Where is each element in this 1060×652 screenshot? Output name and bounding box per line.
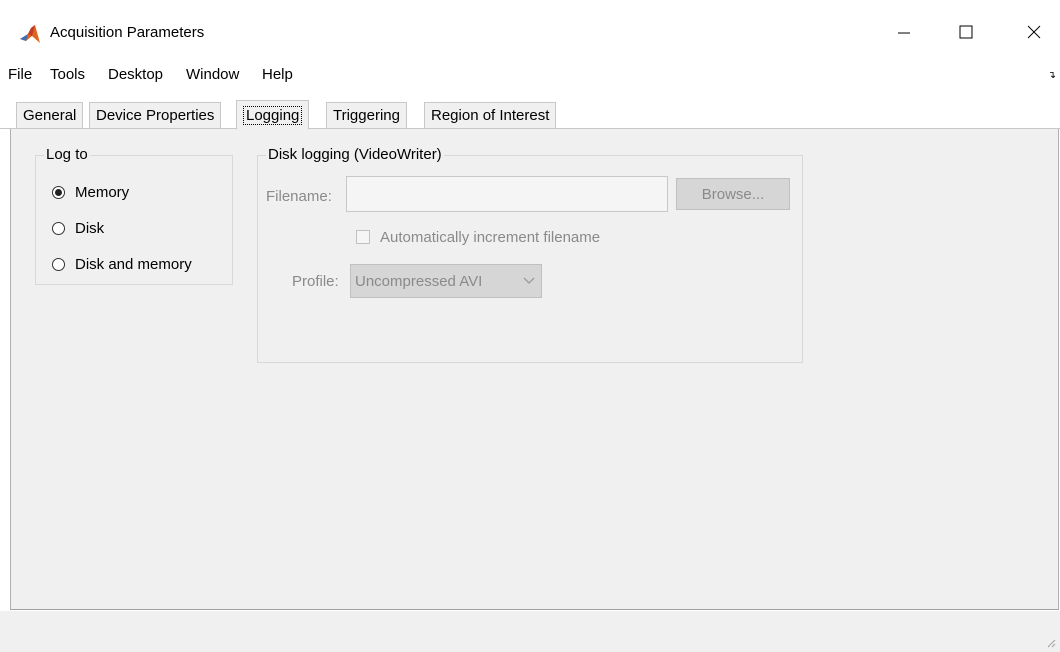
window-title: Acquisition Parameters — [50, 24, 205, 41]
tab-device-properties-label: Device Properties — [96, 107, 215, 124]
tab-region-of-interest-label: Region of Interest — [431, 107, 550, 124]
radio-disk-and-memory[interactable]: Disk and memory — [52, 256, 192, 273]
matlab-logo-icon — [20, 25, 40, 43]
logging-panel: Log to Memory Disk Disk and memory Disk … — [10, 129, 1059, 610]
acquisition-parameters-window: Acquisition Parameters File Tools Deskto… — [0, 0, 1060, 652]
menu-file[interactable]: File — [8, 66, 32, 83]
chevron-down-icon — [523, 277, 535, 285]
minimize-button[interactable] — [884, 14, 924, 50]
auto-increment-label: Automatically increment filename — [380, 229, 601, 246]
filename-label: Filename: — [266, 188, 332, 205]
tab-region-of-interest[interactable]: Region of Interest — [424, 102, 557, 128]
menu-help[interactable]: Help — [262, 66, 293, 83]
disk-logging-group: Disk logging (VideoWriter) Filename: Bro… — [257, 146, 803, 363]
close-button[interactable] — [1014, 14, 1054, 50]
radio-disk[interactable]: Disk — [52, 220, 104, 237]
menu-dock-arrow-icon[interactable]: ↴ — [1048, 70, 1056, 81]
radio-memory-indicator[interactable] — [52, 186, 65, 199]
tab-logging-label: Logging — [243, 106, 303, 125]
menu-tools[interactable]: Tools — [50, 66, 85, 83]
radio-memory-label: Memory — [75, 184, 130, 201]
radio-disk-label: Disk — [75, 220, 105, 237]
menu-window[interactable]: Window — [186, 66, 239, 83]
log-to-title: Log to — [44, 146, 90, 163]
radio-disk-and-memory-label: Disk and memory — [75, 256, 192, 273]
tab-triggering-label: Triggering — [333, 107, 400, 124]
profile-select-value: Uncompressed AVI — [355, 272, 483, 290]
log-to-group: Log to Memory Disk Disk and memory — [35, 146, 233, 285]
radio-disk-indicator[interactable] — [52, 222, 65, 235]
minimize-icon — [898, 32, 910, 34]
tab-triggering[interactable]: Triggering — [326, 102, 407, 128]
profile-select[interactable]: Uncompressed AVI — [350, 264, 542, 298]
tab-general-label: General — [23, 107, 77, 124]
title-bar: Acquisition Parameters — [0, 0, 1060, 62]
tab-logging[interactable]: Logging — [236, 100, 310, 130]
radio-disk-and-memory-indicator[interactable] — [52, 258, 65, 271]
status-bar — [0, 611, 1060, 652]
tab-device-properties[interactable]: Device Properties — [89, 102, 222, 128]
disk-logging-title: Disk logging (VideoWriter) — [266, 146, 444, 163]
menu-desktop[interactable]: Desktop — [108, 66, 163, 83]
maximize-button[interactable] — [946, 14, 986, 50]
tab-general[interactable]: General — [16, 102, 84, 128]
close-icon — [1027, 25, 1041, 39]
filename-input[interactable] — [346, 176, 668, 212]
auto-increment-checkbox[interactable] — [356, 230, 370, 244]
profile-label: Profile: — [292, 273, 339, 290]
menu-bar: File Tools Desktop Window Help ↴ — [0, 62, 1060, 90]
resize-grip-icon[interactable] — [1044, 636, 1056, 648]
browse-button[interactable]: Browse... — [676, 178, 790, 210]
maximize-icon — [959, 25, 973, 39]
radio-memory[interactable]: Memory — [52, 184, 129, 201]
